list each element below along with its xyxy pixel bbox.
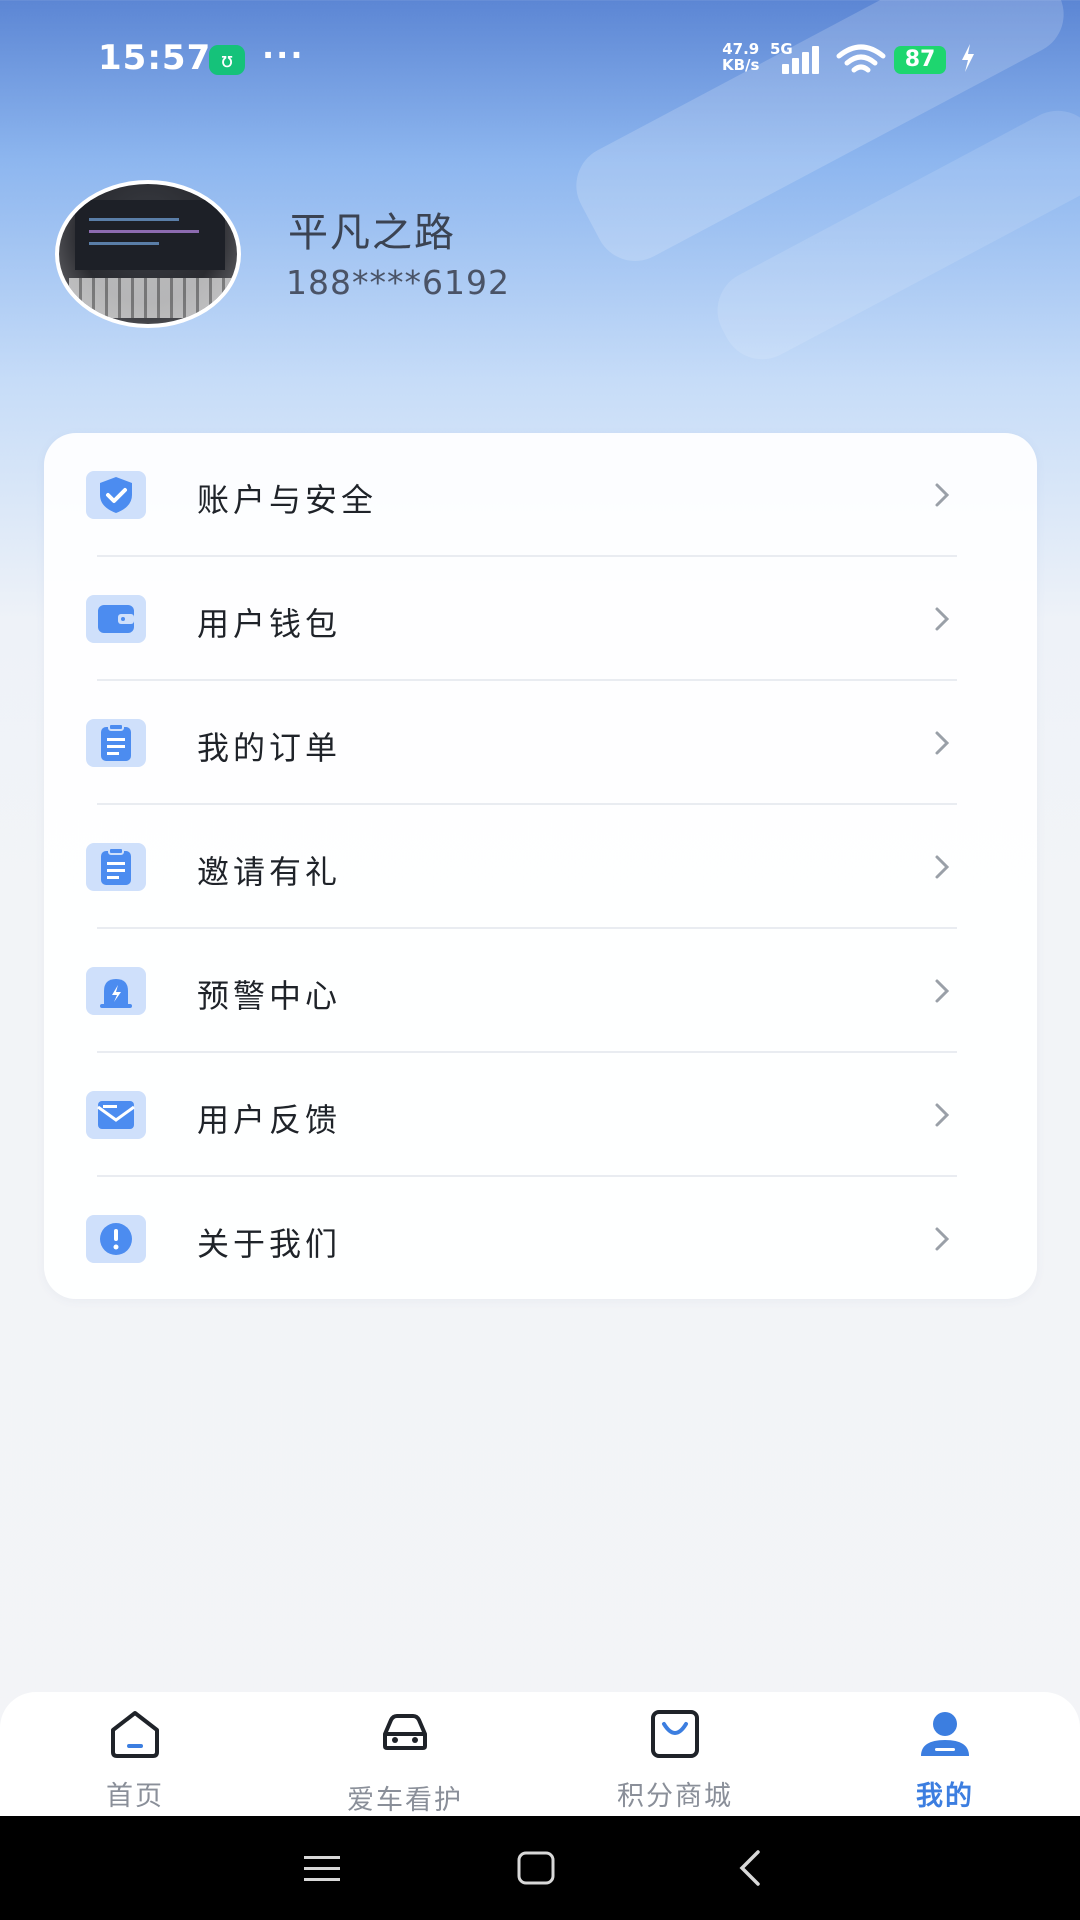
battery-indicator: 87 — [894, 46, 946, 74]
username[interactable]: 平凡之路 — [288, 200, 456, 258]
menu-item-about-us[interactable]: 关于我们 — [44, 1177, 1037, 1301]
mail-icon — [86, 1091, 146, 1139]
clipboard-icon — [86, 843, 146, 891]
chevron-right-icon — [935, 607, 950, 631]
car-icon — [383, 1714, 427, 1750]
chevron-right-icon — [935, 731, 950, 755]
shield-check-icon — [86, 471, 146, 519]
tab-home[interactable]: 首页 — [0, 1692, 270, 1816]
menu-item-wallet[interactable]: 用户钱包 — [44, 557, 1037, 681]
chevron-right-icon — [935, 979, 950, 1003]
phone-number: 188****6192 — [286, 263, 510, 302]
menu-card: 账户与安全 用户钱包 我的订单 邀请有礼 预警中心 用户反馈 关于我们 — [44, 433, 1037, 1299]
menu-item-label: 关于我们 — [197, 1225, 342, 1263]
tab-points-mall[interactable]: 积分商城 — [540, 1692, 810, 1816]
app-notification-icon: ʊ — [209, 45, 245, 75]
system-navigation-bar — [0, 1816, 1080, 1920]
chevron-right-icon — [935, 483, 950, 507]
shopping-bag-icon — [651, 1710, 699, 1758]
user-icon — [921, 1712, 969, 1756]
wifi-icon — [836, 44, 886, 73]
chevron-right-icon — [935, 855, 950, 879]
charging-icon — [962, 44, 974, 72]
menu-item-alert-center[interactable]: 预警中心 — [44, 929, 1037, 1053]
menu-item-account-security[interactable]: 账户与安全 — [44, 433, 1037, 557]
net-speed-unit: KB/s — [722, 56, 760, 74]
chevron-right-icon — [935, 1103, 950, 1127]
signal-icon — [782, 46, 826, 74]
menu-item-label: 用户钱包 — [197, 605, 342, 643]
info-icon — [86, 1215, 146, 1263]
status-time: 15:57 — [98, 38, 212, 78]
alarm-icon — [86, 967, 146, 1015]
status-bar: 15:57 ʊ ··· 47.9 KB/s 5G 87 — [0, 0, 1080, 120]
clipboard-icon — [86, 719, 146, 767]
more-notifications-icon: ··· — [262, 36, 305, 74]
tab-label: 我的 — [916, 1781, 974, 1812]
menu-item-label: 我的订单 — [197, 729, 342, 767]
tab-label: 积分商城 — [617, 1781, 733, 1812]
menu-icon[interactable] — [302, 1852, 342, 1884]
menu-item-invite[interactable]: 邀请有礼 — [44, 805, 1037, 929]
avatar[interactable] — [55, 180, 241, 328]
menu-item-feedback[interactable]: 用户反馈 — [44, 1053, 1037, 1177]
tab-label: 首页 — [106, 1781, 164, 1812]
tab-car-care[interactable]: 爱车看护 — [270, 1692, 540, 1816]
chevron-right-icon — [935, 1227, 950, 1251]
back-icon[interactable] — [736, 1848, 766, 1888]
tab-label: 爱车看护 — [347, 1785, 463, 1816]
home-button-icon[interactable] — [516, 1850, 556, 1886]
home-icon — [111, 1711, 159, 1758]
menu-item-label: 预警中心 — [197, 977, 342, 1015]
menu-item-label: 用户反馈 — [197, 1101, 342, 1139]
net-speed: 47.9 KB/s — [722, 41, 759, 73]
bottom-tab-bar: 首页 爱车看护 积分商城 我的 — [0, 1692, 1080, 1816]
menu-item-label: 邀请有礼 — [197, 853, 342, 891]
menu-item-label: 账户与安全 — [197, 481, 378, 519]
tab-mine[interactable]: 我的 — [810, 1692, 1080, 1816]
net-speed-value: 47.9 — [722, 40, 760, 58]
wallet-icon — [86, 595, 146, 643]
menu-item-my-orders[interactable]: 我的订单 — [44, 681, 1037, 805]
